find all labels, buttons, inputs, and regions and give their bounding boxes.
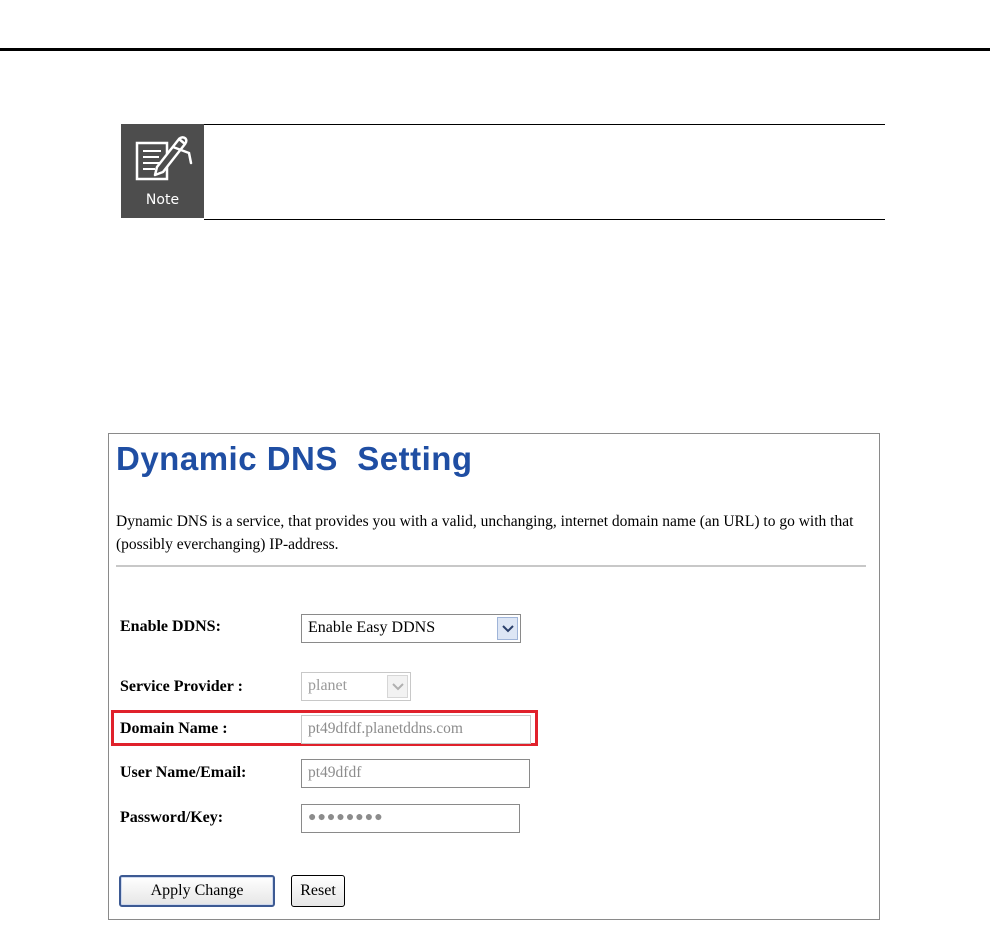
reset-button[interactable]: Reset bbox=[291, 875, 345, 907]
dropdown-button[interactable] bbox=[387, 675, 408, 698]
domain-name-field[interactable]: pt49dfdf.planetddns.com bbox=[301, 715, 531, 744]
service-provider-select[interactable]: planet bbox=[301, 672, 411, 701]
note-rule-top bbox=[204, 124, 885, 125]
chevron-down-icon bbox=[392, 683, 404, 691]
page-description: Dynamic DNS is a service, that provides … bbox=[116, 513, 854, 553]
apply-change-button[interactable]: Apply Change bbox=[119, 875, 275, 907]
note-rule-bottom bbox=[204, 219, 885, 220]
note-icon: Note bbox=[121, 124, 204, 218]
note-label: Note bbox=[145, 192, 180, 208]
note-box: Note bbox=[121, 124, 885, 220]
ddns-settings-panel: Dynamic DNS Setting Dynamic DNS is a ser… bbox=[108, 433, 880, 920]
password-value: ●●●●●●●● bbox=[308, 810, 384, 825]
domain-name-value: pt49dfdf.planetddns.com bbox=[308, 720, 463, 737]
service-provider-label: Service Provider : bbox=[120, 678, 243, 695]
user-name-field[interactable]: pt49dfdf bbox=[301, 759, 530, 788]
page-header-rule bbox=[0, 48, 990, 51]
password-field[interactable]: ●●●●●●●● bbox=[301, 804, 520, 833]
user-name-value: pt49dfdf bbox=[308, 764, 362, 781]
note-pencil-icon bbox=[135, 136, 193, 181]
dropdown-button[interactable] bbox=[497, 617, 518, 640]
user-name-label: User Name/Email: bbox=[120, 764, 247, 781]
service-provider-value: planet bbox=[308, 677, 348, 694]
chevron-down-icon bbox=[502, 625, 514, 633]
enable-ddns-value: Enable Easy DDNS bbox=[308, 619, 436, 636]
enable-ddns-select[interactable]: Enable Easy DDNS bbox=[301, 614, 521, 643]
password-label: Password/Key: bbox=[120, 809, 224, 826]
domain-name-label: Domain Name : bbox=[120, 720, 228, 737]
page-title: Dynamic DNS Setting bbox=[116, 440, 473, 477]
divider bbox=[116, 565, 866, 567]
enable-ddns-label: Enable DDNS: bbox=[120, 618, 221, 635]
